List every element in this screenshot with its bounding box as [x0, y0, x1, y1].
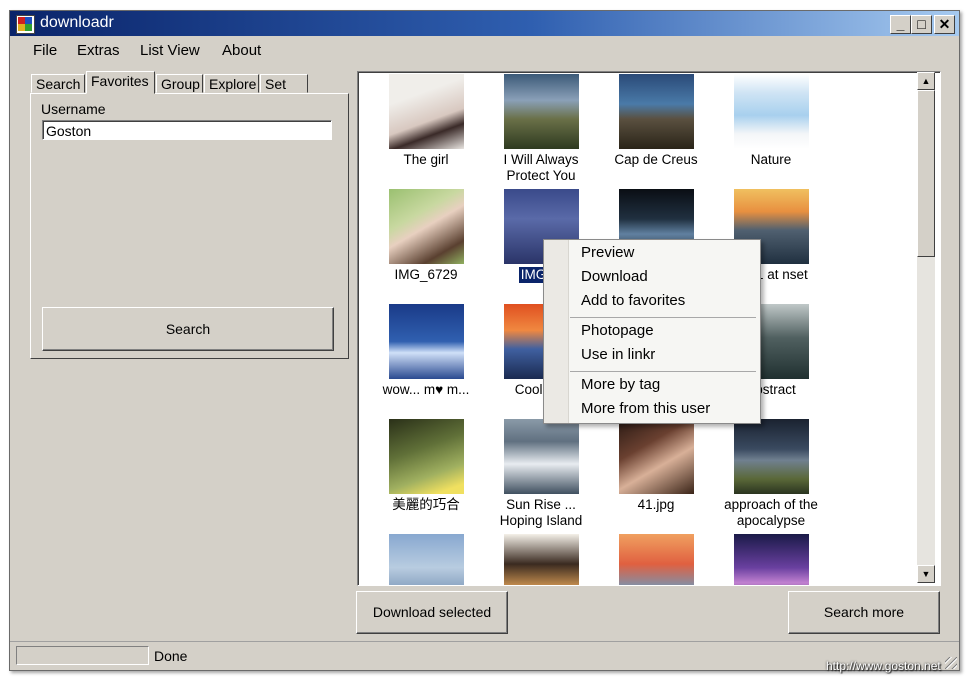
- tab-search[interactable]: Search: [31, 74, 85, 93]
- photo-caption: The girl: [403, 152, 449, 167]
- photo-item[interactable]: IMG_6729: [371, 189, 481, 283]
- menu-item-more-by-tag[interactable]: More by tag: [581, 376, 660, 393]
- photo-caption: Sun Rise ... Hoping Island: [499, 497, 583, 528]
- photo-item[interactable]: Nature: [716, 74, 826, 168]
- close-button[interactable]: ✕: [934, 15, 955, 34]
- scroll-up-button[interactable]: ▲: [917, 72, 935, 90]
- photo-thumbnail[interactable]: [503, 419, 579, 494]
- search-button[interactable]: Search: [42, 307, 334, 351]
- menu-item-use-in-linkr[interactable]: Use in linkr: [581, 346, 655, 363]
- maximize-button[interactable]: □: [911, 15, 932, 34]
- photo-thumbnail[interactable]: [733, 534, 809, 585]
- progress-bar: [16, 646, 149, 665]
- menu-extras[interactable]: Extras: [77, 42, 120, 59]
- status-text: Done: [154, 648, 188, 664]
- menu-file[interactable]: File: [33, 42, 57, 59]
- photo-thumbnail[interactable]: [503, 534, 579, 585]
- photo-item[interactable]: Cap de Creus: [601, 74, 711, 168]
- arrow-down-icon: ▼: [921, 569, 931, 579]
- photo-caption: 美麗的巧合: [392, 497, 460, 512]
- photo-item[interactable]: approach of the apocalypse: [716, 419, 826, 529]
- photo-item[interactable]: The girl: [371, 74, 481, 168]
- context-menu-gutter: [544, 240, 569, 423]
- arrow-up-icon: ▲: [921, 76, 931, 86]
- menu-item-download[interactable]: Download: [581, 268, 648, 285]
- username-input[interactable]: Goston: [42, 120, 332, 140]
- menu-item-add-to-favorites[interactable]: Add to favorites: [581, 292, 685, 309]
- photo-item[interactable]: wow... m♥ m...: [371, 304, 481, 398]
- photo-caption: approach of the apocalypse: [724, 497, 818, 528]
- maximize-icon: □: [917, 16, 926, 32]
- photo-thumbnail[interactable]: [618, 419, 694, 494]
- photo-thumbnail[interactable]: [388, 304, 464, 379]
- username-label: Username: [41, 101, 106, 117]
- photo-thumbnail[interactable]: [618, 534, 694, 585]
- menu-item-photopage[interactable]: Photopage: [581, 322, 654, 339]
- photo-item[interactable]: [371, 534, 481, 585]
- photo-item[interactable]: [486, 534, 596, 585]
- photo-item[interactable]: [601, 534, 711, 585]
- tab-group[interactable]: Group: [156, 74, 203, 93]
- title-bar[interactable]: downloadr _ □ ✕: [10, 11, 959, 36]
- app-window: downloadr _ □ ✕ File Extras List View Ab…: [9, 10, 960, 671]
- photo-thumbnail[interactable]: [733, 74, 809, 149]
- window-title: downloadr: [40, 14, 114, 31]
- menu-bar: File Extras List View About: [10, 38, 959, 62]
- menu-list-view[interactable]: List View: [140, 42, 200, 59]
- scroll-thumb[interactable]: [917, 90, 935, 257]
- status-bar: Done: [10, 641, 959, 671]
- photo-caption: Nature: [750, 152, 792, 167]
- menu-item-preview[interactable]: Preview: [581, 244, 634, 261]
- scroll-down-button[interactable]: ▼: [917, 565, 935, 583]
- close-icon: ✕: [938, 16, 951, 32]
- minimize-button[interactable]: _: [890, 15, 911, 34]
- menu-separator: [570, 317, 756, 318]
- resize-grip-icon[interactable]: [945, 657, 957, 669]
- photo-caption: wow... m♥ m...: [382, 382, 470, 397]
- photo-caption: 41.jpg: [637, 497, 675, 512]
- tab-favorites[interactable]: Favorites: [86, 71, 155, 94]
- photo-thumbnail[interactable]: [503, 74, 579, 149]
- minimize-icon: _: [896, 16, 905, 32]
- download-selected-button[interactable]: Download selected: [356, 591, 508, 634]
- watermark: http://www.goston.net: [826, 659, 941, 673]
- photo-item[interactable]: 美麗的巧合: [371, 419, 481, 513]
- tab-set[interactable]: Set: [260, 74, 308, 93]
- menu-item-more-from-user[interactable]: More from this user: [581, 400, 710, 417]
- photo-item[interactable]: I Will Always Protect You: [486, 74, 596, 184]
- vertical-scrollbar[interactable]: ▲ ▼: [917, 72, 935, 583]
- menu-about[interactable]: About: [222, 42, 261, 59]
- app-icon[interactable]: [16, 15, 35, 34]
- photo-item[interactable]: [716, 534, 826, 585]
- photo-caption: I Will Always Protect You: [503, 152, 579, 183]
- photo-thumbnail[interactable]: [388, 74, 464, 149]
- photo-thumbnail[interactable]: [618, 74, 694, 149]
- photo-thumbnail[interactable]: [733, 419, 809, 494]
- tab-explore[interactable]: Explore: [204, 74, 259, 93]
- context-menu: Preview Download Add to favorites Photop…: [543, 239, 761, 424]
- photo-item[interactable]: Sun Rise ... Hoping Island: [486, 419, 596, 529]
- photo-caption: IMG_6729: [394, 267, 458, 282]
- photo-thumbnail[interactable]: [388, 534, 464, 585]
- photo-thumbnail[interactable]: [388, 189, 464, 264]
- photo-item[interactable]: 41.jpg: [601, 419, 711, 513]
- menu-separator: [570, 371, 756, 372]
- photo-thumbnail[interactable]: [388, 419, 464, 494]
- photo-caption: Cap de Creus: [614, 152, 698, 167]
- search-more-button[interactable]: Search more: [788, 591, 940, 634]
